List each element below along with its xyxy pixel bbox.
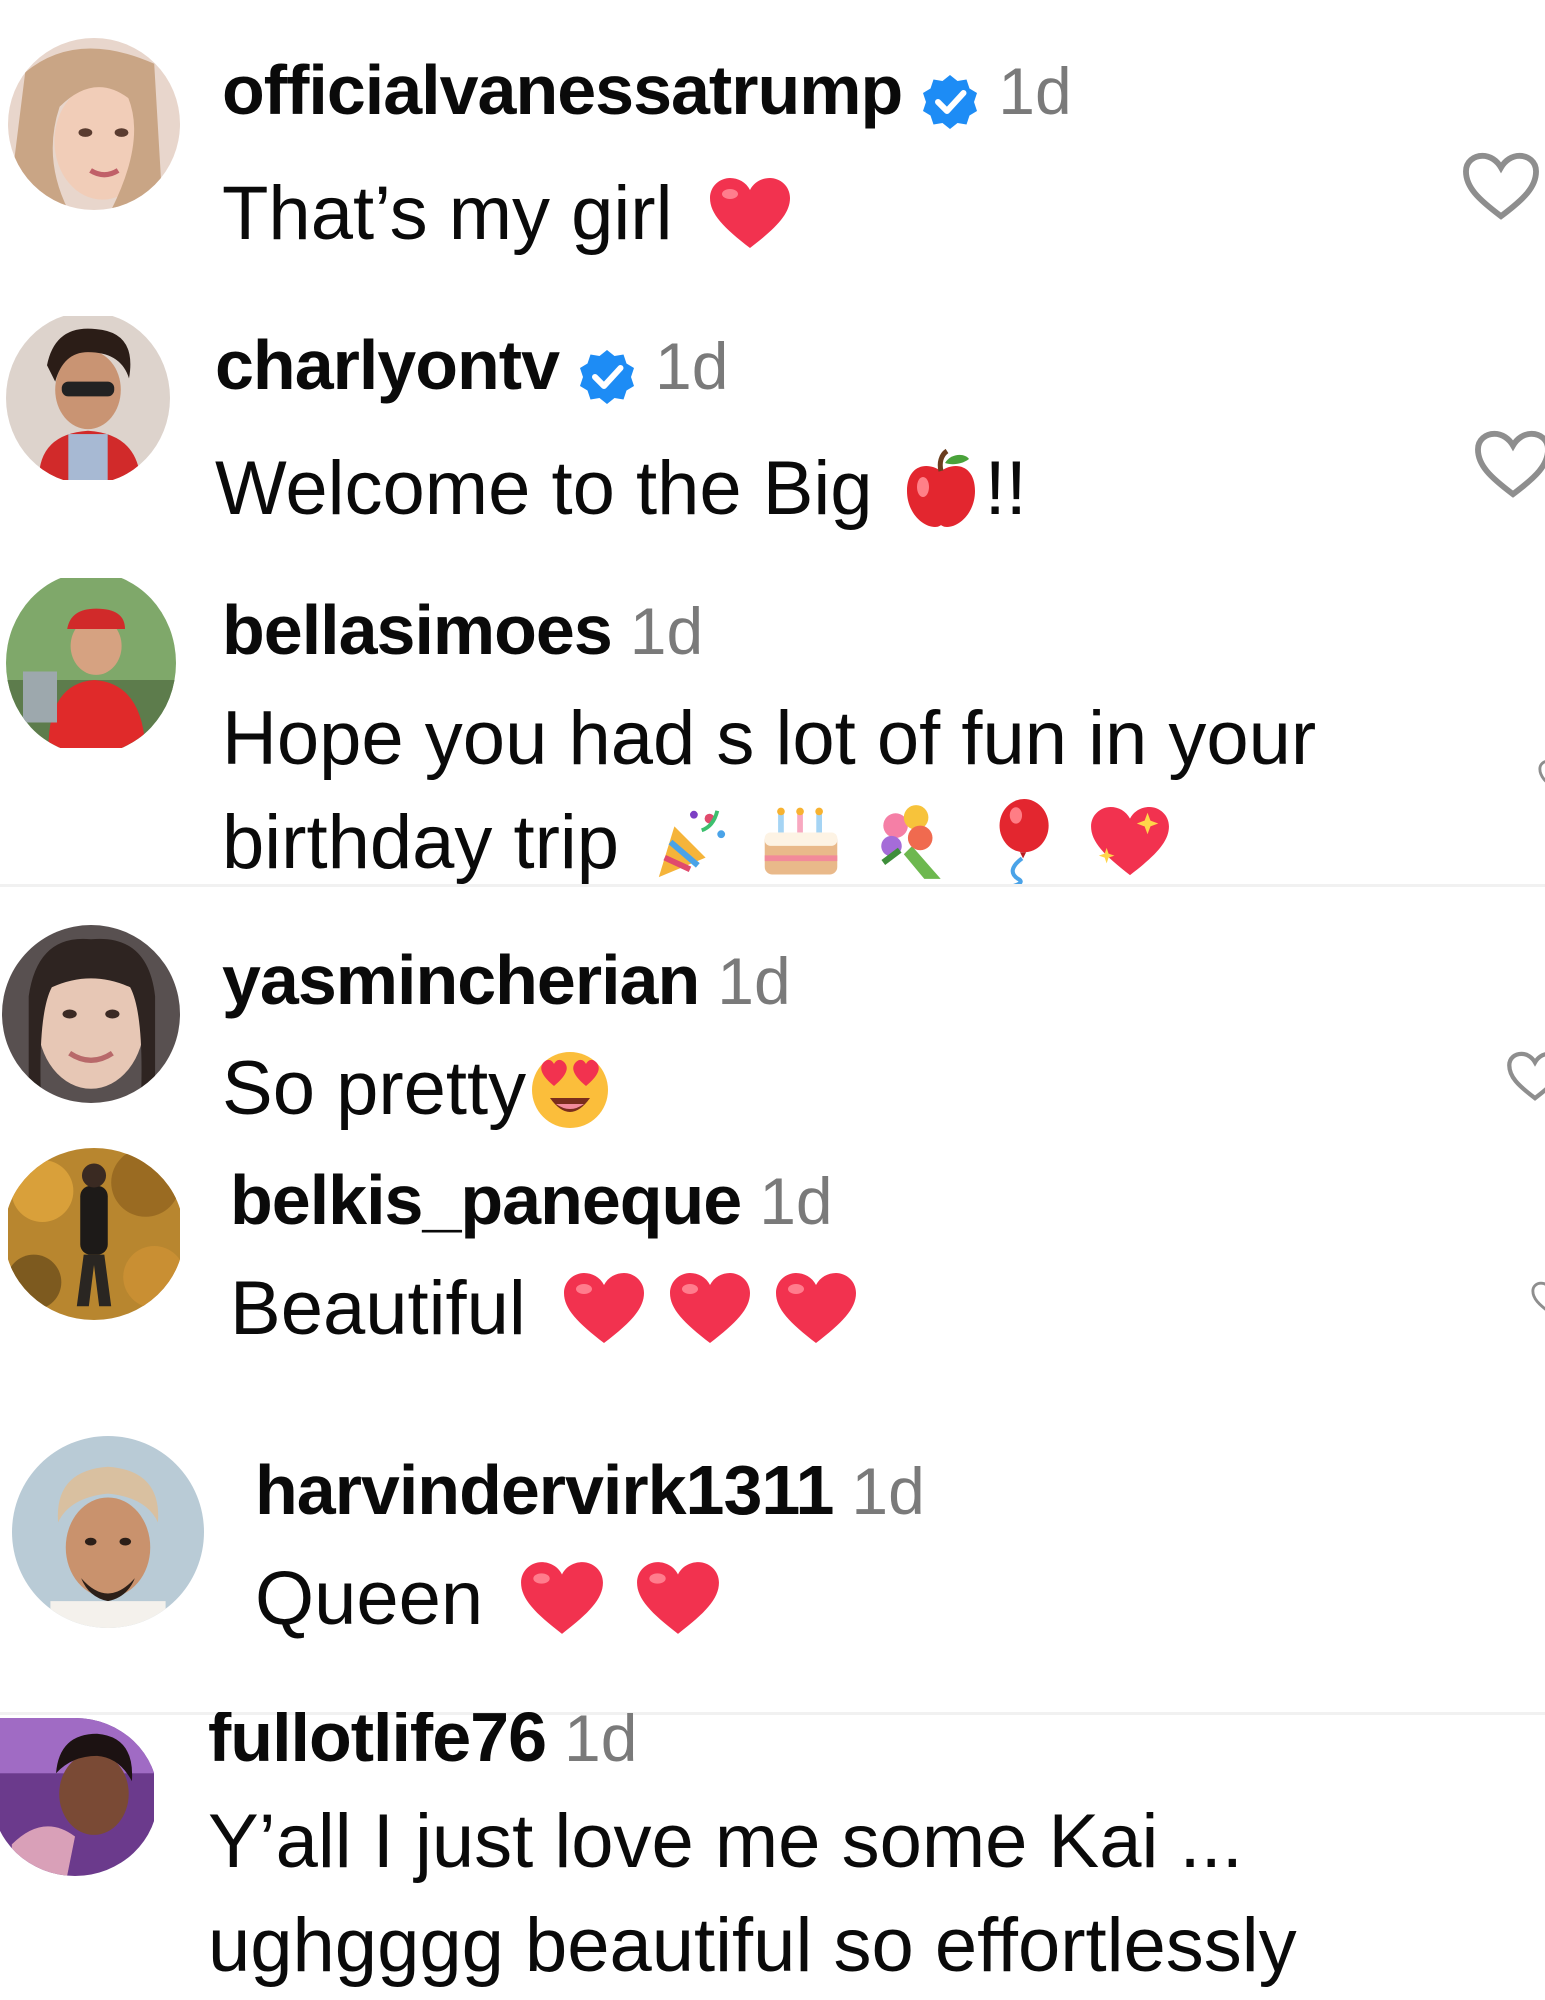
red-heart-emoji-icon (562, 1271, 646, 1345)
avatar[interactable] (2, 925, 180, 1103)
comment-username[interactable]: officialvanessatrump (222, 51, 903, 129)
comment-username[interactable]: charlyontv (215, 326, 560, 404)
comment-timestamp: 1d (655, 329, 729, 403)
balloon-emoji-icon (989, 797, 1051, 887)
avatar[interactable] (6, 572, 176, 754)
comment-username[interactable]: harvindervirk1311 (255, 1451, 834, 1529)
comment-text: So pretty (222, 1046, 527, 1131)
comment-username[interactable]: belkis_paneque (230, 1161, 742, 1239)
divider (0, 884, 1545, 887)
comment-text: Welcome to the Big (215, 445, 873, 531)
comment-timestamp: 1d (564, 1712, 638, 1775)
comment-username[interactable]: yasmincherian (222, 941, 700, 1019)
comment-text-line-1: Hope you had s lot of fun in your (222, 696, 1317, 781)
comment-text-line-1: Y’all I just love me some Kai ... (208, 1799, 1243, 1884)
like-heart-icon[interactable] (1537, 740, 1545, 812)
verified-badge-icon (920, 72, 980, 132)
avatar[interactable] (6, 312, 170, 484)
comment-text-suffix: !! (984, 445, 1027, 531)
red-heart-emoji-icon (774, 1271, 858, 1345)
red-heart-emoji-icon (519, 1560, 605, 1636)
sparkling-heart-emoji-icon (1089, 805, 1171, 879)
like-heart-icon[interactable] (1472, 428, 1545, 500)
avatar[interactable] (4, 1148, 184, 1320)
comment-timestamp: 1d (717, 944, 791, 1018)
avatar[interactable] (12, 1436, 204, 1628)
red-heart-emoji-icon (635, 1560, 721, 1636)
comment-text-line-2: birthday trip (222, 800, 620, 885)
comment-text: Queen (255, 1556, 484, 1641)
comment-username[interactable]: bellasimoes (222, 591, 613, 669)
like-heart-icon[interactable] (1530, 1262, 1545, 1334)
comment-text-line-2: ughgggg beautiful so effortlessly (208, 1903, 1297, 1988)
comment-text: That’s my girl (222, 170, 673, 256)
star-struck-heart-eyes-emoji-icon (526, 1046, 614, 1130)
birthday-cake-emoji-icon (759, 805, 843, 879)
red-heart-emoji-icon (708, 176, 792, 250)
comment-text: Beautiful (230, 1266, 526, 1351)
comment-timestamp: 1d (759, 1164, 833, 1238)
comment-content-clip: fullotlife76 1d Y’all I just love me some… (0, 1712, 1545, 2000)
comment-username[interactable]: fullotlife76 (208, 1712, 547, 1776)
avatar[interactable] (8, 38, 180, 210)
like-heart-icon[interactable] (1505, 1040, 1545, 1112)
like-heart-icon[interactable] (1460, 150, 1542, 222)
bouquet-emoji-icon (871, 801, 953, 883)
party-popper-emoji-icon (651, 803, 729, 881)
comment-timestamp: 1d (998, 54, 1072, 128)
red-heart-emoji-icon (668, 1271, 752, 1345)
comment-timestamp: 1d (851, 1454, 925, 1528)
comment-timestamp: 1d (629, 594, 704, 668)
red-apple-emoji-icon (903, 447, 979, 529)
verified-badge-icon (577, 347, 637, 407)
